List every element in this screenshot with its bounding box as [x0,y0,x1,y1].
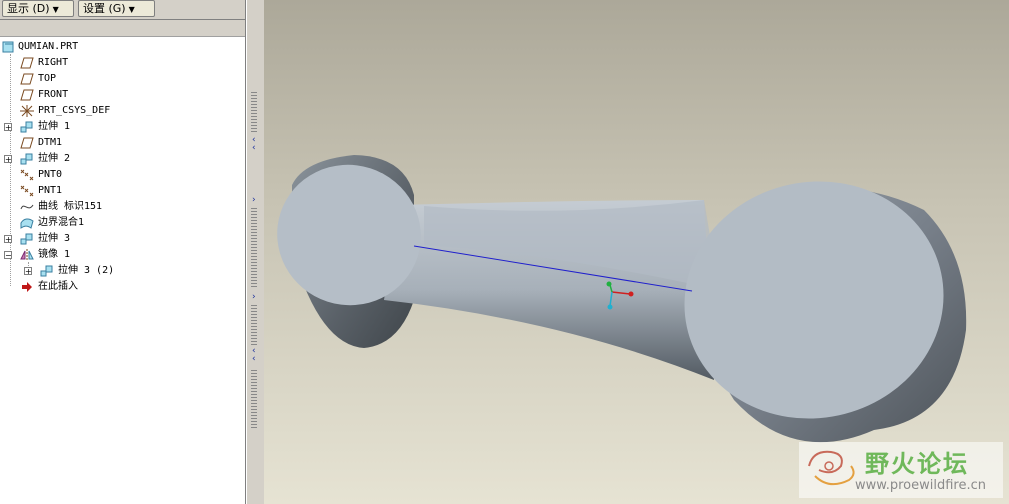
model-tree-toolbar: 显示 (D) ▼ 设置 (G) ▼ [0,0,245,20]
splitter-grip [251,370,257,430]
graphics-viewport[interactable]: 野火论坛 www.proewildfire.cn [264,0,1009,504]
tree-item-datum-right[interactable]: RIGHT [0,55,245,71]
forum-logo-icon [808,450,855,486]
csys-triad-y-tip [606,281,612,287]
datum-plane-icon [20,73,34,85]
tree-item-label: TOP [38,73,57,84]
splitter-grip [251,305,257,345]
curve-icon [20,204,34,210]
tree-item-extrude-1[interactable]: + 拉伸 1 [0,119,245,135]
tree-item-point-pnt1[interactable]: PNT1 [0,183,245,199]
display-menu-label: 显示 (D) [7,2,50,15]
watermark-url: www.proewildfire.cn [855,478,986,493]
tree-item-datum-top[interactable]: TOP [0,71,245,87]
extrude-icon [20,233,33,245]
collapse-left-icon[interactable]: ‹ ‹ [252,136,256,153]
chevron-down-icon: ▼ [52,5,59,14]
tree-item-extrude-3[interactable]: + 拉伸 3 [0,231,245,247]
tree-item-label: 镜像 1 [38,249,71,260]
tree-item-datum-dtm1[interactable]: DTM1 [0,135,245,151]
splitter-grip [251,92,257,132]
expand-toggle[interactable]: + [4,235,12,244]
tree-item-extrude-3-copy[interactable]: + 拉伸 3 (2) [0,263,245,279]
boundary-blend-icon [20,218,34,229]
tree-item-curve[interactable]: 曲线 标识151 [0,199,245,215]
datum-point-icon [20,169,34,181]
extrude-icon [20,153,33,165]
mirror-icon [20,249,34,261]
tree-item-boundary-blend[interactable]: 边界混合1 [0,215,245,231]
collapse-left-icon[interactable]: ‹ ‹ [252,347,256,364]
watermark-title: 野火论坛 [865,450,969,478]
datum-plane-icon [20,137,34,149]
extrude-icon [20,121,33,133]
datum-plane-icon [20,57,34,69]
insert-here-arrow-icon [22,282,32,292]
expand-toggle[interactable]: + [4,123,12,132]
settings-menu-button[interactable]: 设置 (G) ▼ [78,0,155,17]
expand-right-icon[interactable]: › [252,196,256,205]
tree-item-label: 拉伸 2 [38,153,71,164]
tree-item-label: FRONT [38,89,69,100]
tree-item-insert-here[interactable]: 在此插入 [0,279,245,295]
panel-splitter[interactable]: ‹ ‹ › › ‹ ‹ [246,0,265,504]
model-tree-panel: 显示 (D) ▼ 设置 (G) ▼ QUMIAN.PRT RIGHT TOP FRO… [0,0,246,504]
settings-menu-label: 设置 (G) [83,2,126,15]
csys-triad-z-tip [607,304,613,310]
tree-item-label: PRT_CSYS_DEF [38,105,111,116]
part-icon [2,41,14,53]
datum-point-icon [20,185,34,197]
tree-item-label: RIGHT [38,57,69,68]
tree-item-label: QUMIAN.PRT [18,41,79,52]
tree-item-label: 曲线 标识151 [38,201,103,212]
forum-watermark: 野火论坛 www.proewildfire.cn [799,442,1003,498]
tree-item-label: 在此插入 [38,281,78,292]
csys-icon [20,105,34,117]
datum-plane-icon [20,89,34,101]
tree-item-mirror-1[interactable]: − 镜像 1 [0,247,245,263]
model-tree-header-strip [0,20,245,37]
chevron-down-icon: ▼ [128,5,135,14]
splitter-grip [251,208,257,288]
tree-item-label: 边界混合1 [38,217,85,228]
tree-item-label: 拉伸 3 [38,233,71,244]
csys-triad-x-tip [628,291,634,297]
tree-item-label: 拉伸 3 (2) [58,265,115,276]
extrude-icon [40,265,53,277]
expand-toggle[interactable]: + [24,267,32,276]
display-menu-button[interactable]: 显示 (D) ▼ [2,0,74,17]
tree-item-datum-front[interactable]: FRONT [0,87,245,103]
tree-item-label: PNT1 [38,185,63,196]
tree-item-label: 拉伸 1 [38,121,71,132]
tree-item-label: DTM1 [38,137,63,148]
expand-right-icon[interactable]: › [252,293,256,302]
tree-item-part[interactable]: QUMIAN.PRT [0,39,245,55]
tree-item-csys[interactable]: PRT_CSYS_DEF [0,103,245,119]
expand-toggle[interactable]: + [4,155,12,164]
tree-item-label: PNT0 [38,169,63,180]
collapse-toggle[interactable]: − [4,251,12,260]
tree-item-extrude-2[interactable]: + 拉伸 2 [0,151,245,167]
model-3d-view[interactable] [264,0,1009,504]
tree-item-point-pnt0[interactable]: PNT0 [0,167,245,183]
